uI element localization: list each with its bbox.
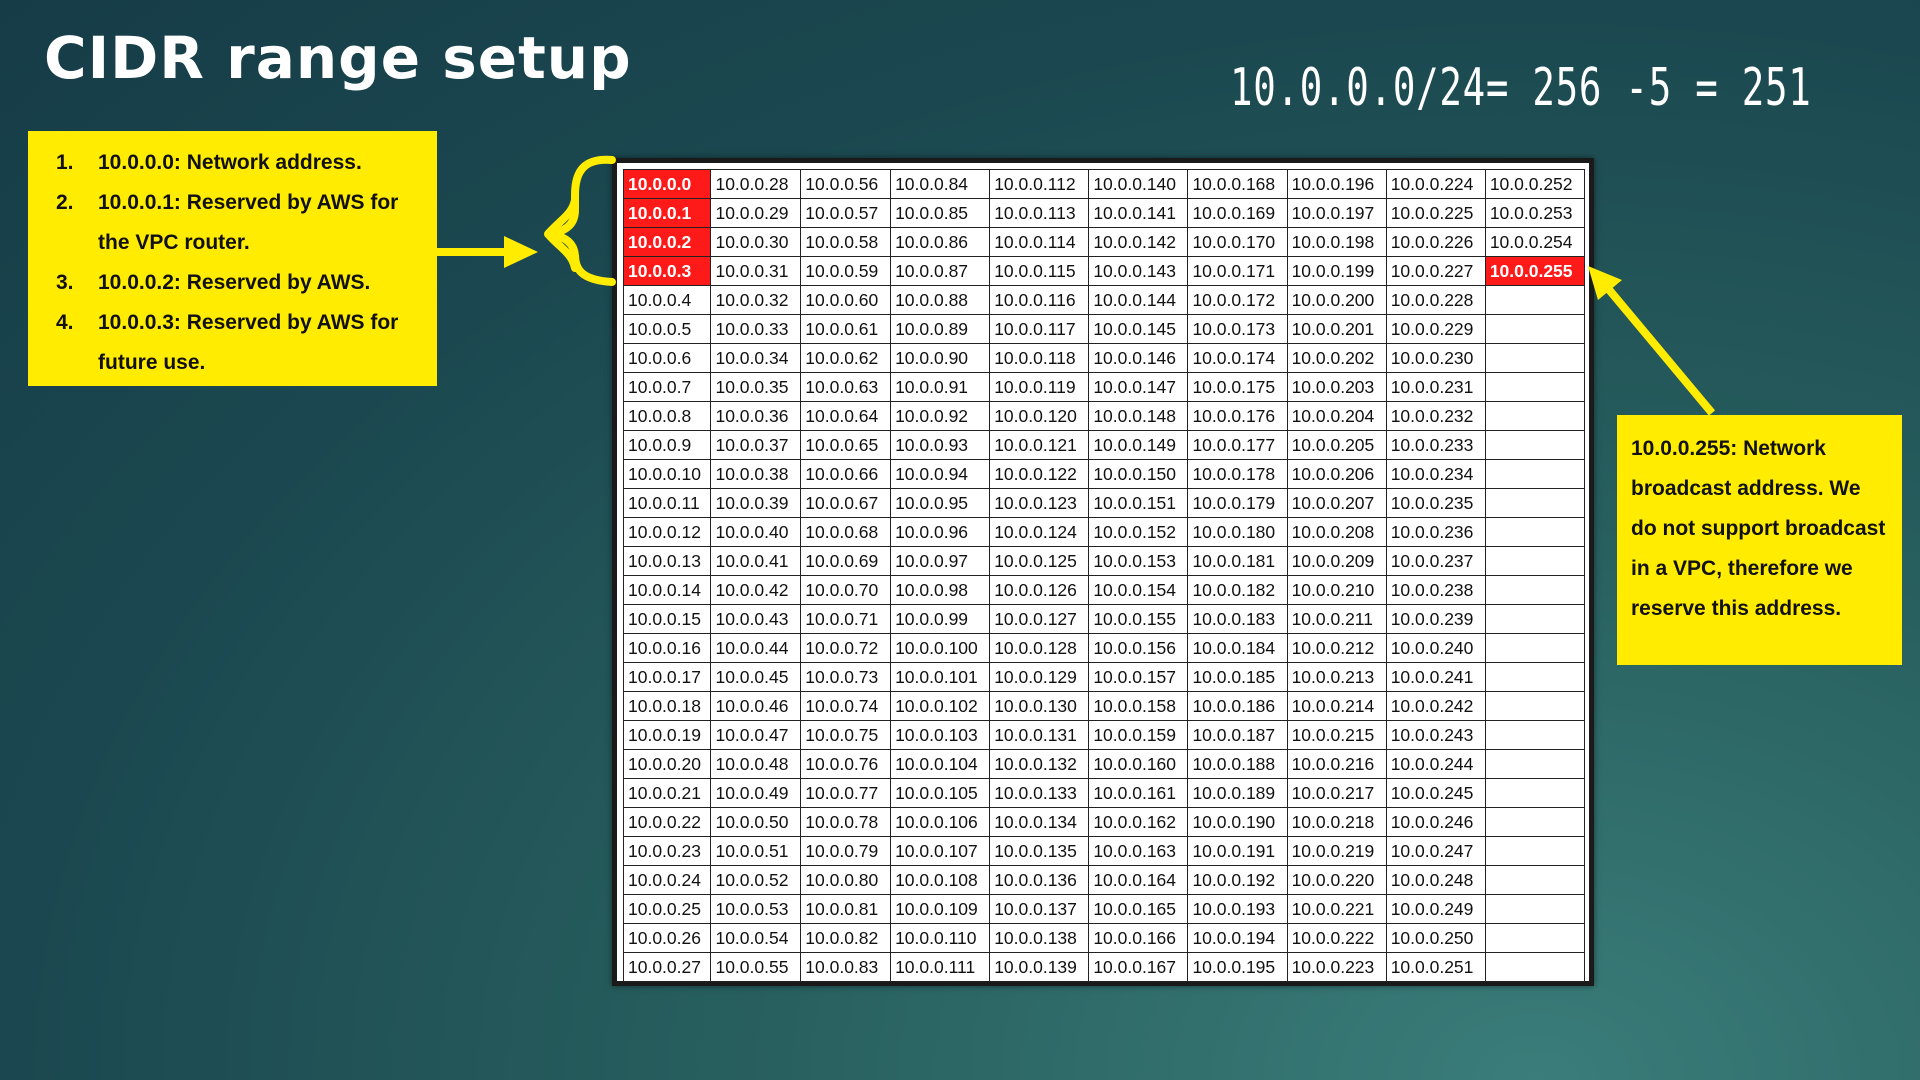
- broadcast-arrow-shaft: [1602, 283, 1716, 416]
- left-arrow-head-icon: [504, 236, 538, 268]
- annotation-overlay: [437, 155, 1716, 416]
